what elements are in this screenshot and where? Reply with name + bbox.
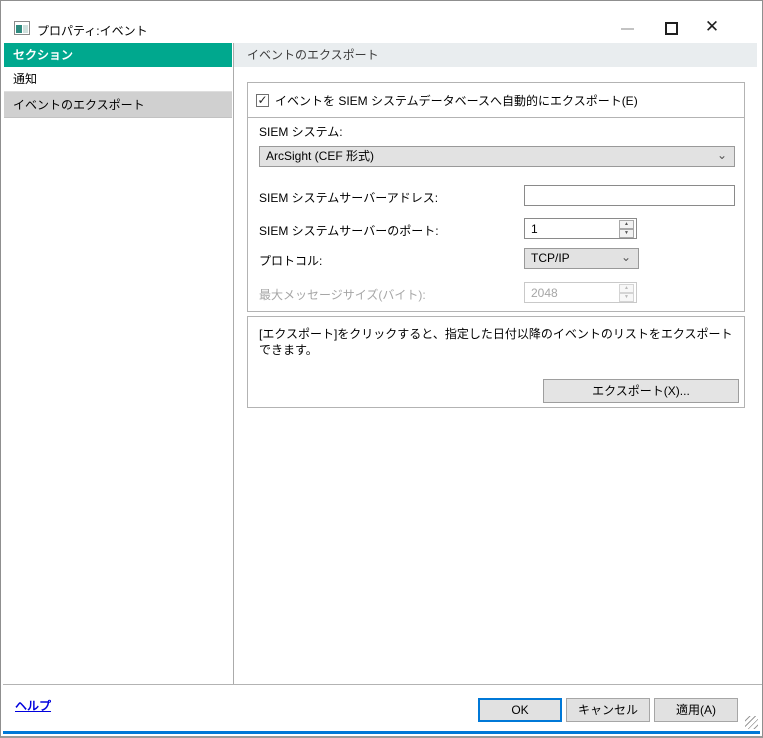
max-message-size-value: 2048 [531,286,558,300]
protocol-label: プロトコル: [259,252,322,269]
protocol-dropdown[interactable]: TCP/IP ⌄ [524,248,639,269]
server-port-value: 1 [531,222,538,236]
sidebar-separator [233,43,234,684]
server-port-label: SIEM システムサーバーのポート: [259,222,439,239]
max-message-size-label: 最大メッセージサイズ(バイト): [259,286,426,303]
siem-settings-group: ✓ イベントを SIEM システムデータベースへ自動的にエクスポート(E) SI… [247,82,745,312]
apply-button[interactable]: 適用(A) [654,698,738,722]
siem-system-label: SIEM システム: [259,123,343,140]
minimize-icon [618,19,638,37]
sidebar-section-header: セクション [4,43,232,67]
server-address-label: SIEM システムサーバーアドレス: [259,189,438,206]
properties-dialog-window: プロパティ:イベント ✕ セクション 通知 イベントのエクスポート イベントのエ… [0,0,763,738]
auto-export-checkbox[interactable]: ✓ [256,94,269,107]
chevron-down-icon: ⌄ [717,147,727,164]
ok-button[interactable]: OK [478,698,562,722]
protocol-value: TCP/IP [531,251,570,265]
spin-down-icon[interactable]: ▼ [619,229,634,238]
cancel-button[interactable]: キャンセル [566,698,650,722]
siem-system-value: ArcSight (CEF 形式) [266,149,374,163]
resize-grip[interactable] [745,716,758,729]
server-address-input[interactable] [524,185,735,206]
spin-up-icon: ▲ [619,284,634,293]
page-title: イベントのエクスポート [234,43,757,67]
server-port-stepper[interactable]: 1 ▲ ▼ [524,218,637,239]
app-icon [14,21,30,35]
help-link[interactable]: ヘルプ [15,697,51,714]
close-icon[interactable]: ✕ [701,16,723,38]
manual-export-group: [エクスポート]をクリックすると、指定した日付以降のイベントのリストをエクスポー… [247,316,745,408]
spin-up-icon[interactable]: ▲ [619,220,634,229]
export-button[interactable]: エクスポート(X)... [543,379,739,403]
spin-down-icon: ▼ [619,293,634,302]
chevron-down-icon: ⌄ [621,249,631,266]
max-message-size-stepper: 2048 ▲ ▼ [524,282,637,303]
window-bottom-accent [3,731,760,734]
auto-export-checkbox-row[interactable]: ✓ イベントを SIEM システムデータベースへ自動的にエクスポート(E) [248,83,744,118]
window-title: プロパティ:イベント [37,22,148,39]
export-description: [エクスポート]をクリックすると、指定した日付以降のイベントのリストをエクスポー… [259,326,737,358]
sidebar-item-event-export[interactable]: イベントのエクスポート [4,92,232,118]
siem-system-dropdown[interactable]: ArcSight (CEF 形式) ⌄ [259,146,735,167]
footer-separator [3,684,762,685]
auto-export-checkbox-label: イベントを SIEM システムデータベースへ自動的にエクスポート(E) [275,92,638,109]
title-bar: プロパティ:イベント ✕ [1,1,762,39]
sidebar-item-notifications[interactable]: 通知 [4,67,232,92]
maximize-icon[interactable] [662,20,682,38]
